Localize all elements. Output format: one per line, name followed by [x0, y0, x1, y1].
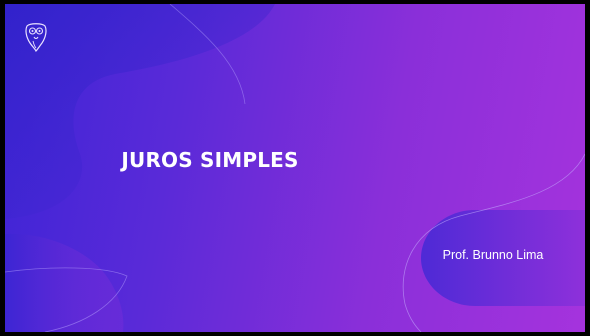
presentation-slide: JUROS SIMPLES Prof. Brunno Lima [5, 4, 585, 332]
slide-title: JUROS SIMPLES [121, 148, 299, 172]
author-name: Prof. Brunno Lima [442, 248, 544, 262]
owl-icon [25, 23, 47, 52]
blob-bottom-left [5, 233, 124, 332]
